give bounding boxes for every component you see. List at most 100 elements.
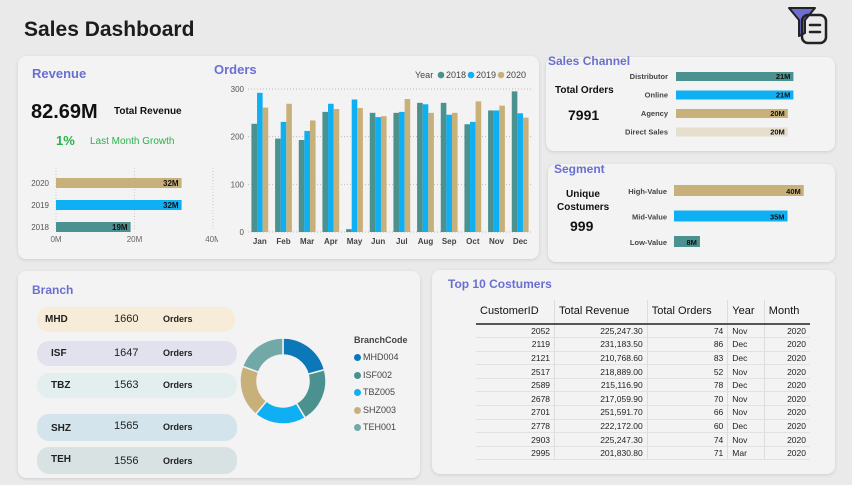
- table-cell: 225,247.30: [554, 324, 648, 339]
- table-cell: Nov: [727, 324, 765, 339]
- data-label: 21M: [776, 72, 791, 81]
- table-cell: 2995: [476, 446, 555, 461]
- customers-table: CustomerID Total Revenue Total Orders Year M…: [476, 300, 810, 461]
- legend-marker: [354, 371, 361, 379]
- x-tick-label: 0M: [50, 235, 61, 244]
- x-tick-label: Nov: [489, 237, 505, 246]
- table-cell: 225,247.30: [554, 432, 648, 447]
- bar: [422, 104, 429, 232]
- legend-label: TBZ005: [363, 387, 396, 397]
- bar: [286, 103, 292, 232]
- x-tick-label: Sep: [442, 237, 457, 246]
- table-row[interactable]: 2119 231,183.50 86 Dec 2020: [476, 337, 810, 352]
- x-tick-label: Mar: [300, 237, 314, 246]
- bar: [369, 112, 376, 232]
- table-cell: 71: [646, 446, 728, 461]
- legend-item: ISF002: [354, 367, 399, 385]
- top-customers-title: Top 10 Costumers: [448, 277, 552, 291]
- legend-label: 2018: [446, 70, 466, 80]
- x-tick-label: Feb: [276, 237, 290, 246]
- bar: [304, 130, 310, 232]
- bar: [357, 108, 363, 232]
- table-cell: 2119: [476, 337, 555, 352]
- unique-label-2: Costumers: [557, 202, 610, 213]
- x-tick-label: May: [347, 237, 363, 246]
- table-row[interactable]: 2778 222,172.00 60 Dec 2020: [476, 419, 810, 434]
- table-row[interactable]: 2701 251,591.70 66 Nov 2020: [476, 405, 810, 420]
- table-cell: 2020: [763, 324, 810, 339]
- filter-icon[interactable]: [785, 5, 829, 45]
- bar: [257, 92, 263, 233]
- data-label: 32M: [163, 179, 179, 188]
- data-label: 20M: [770, 128, 785, 137]
- table-cell: 218,889.00: [554, 364, 648, 379]
- category-label: Online: [645, 91, 668, 100]
- bar: [375, 117, 381, 232]
- legend-marker: [497, 71, 505, 79]
- data-label: 20M: [770, 109, 785, 118]
- data-label: 32M: [163, 201, 179, 210]
- branch-row[interactable]: TEH 1556 Orders: [37, 447, 237, 474]
- x-tick-label: Dec: [513, 237, 528, 246]
- legend-item: MHD004: [354, 349, 399, 367]
- table-cell: Dec: [727, 337, 765, 352]
- branch-row[interactable]: ISF 1647 Orders: [37, 341, 237, 366]
- table-cell: Nov: [727, 432, 765, 447]
- table-cell: 222,172.00: [554, 419, 648, 434]
- table-row[interactable]: 2995 201,830.80 71 Mar 2020: [476, 446, 810, 461]
- branch-orders: 1556: [114, 455, 139, 467]
- legend-item: SHZ003: [354, 402, 399, 420]
- column-header[interactable]: Month: [763, 300, 810, 325]
- branch-orders-label: Orders: [163, 456, 193, 466]
- table-cell: 74: [646, 432, 728, 447]
- table-cell: 251,591.70: [554, 405, 648, 420]
- column-header[interactable]: CustomerID: [476, 300, 555, 325]
- bar: [262, 107, 269, 232]
- legend-marker: [354, 389, 361, 397]
- bar: [351, 99, 358, 232]
- legend-marker: [354, 424, 361, 432]
- branch-orders: 1647: [114, 347, 139, 359]
- branch-legend-title: BranchCode: [354, 335, 408, 345]
- bar: [404, 99, 411, 232]
- column-header[interactable]: Total Orders: [646, 300, 728, 325]
- table-cell: 2903: [476, 432, 555, 447]
- table-cell: 2020: [763, 405, 810, 420]
- orders-chart: Year 2018 2019 2020 0 100 200 300 Jan Feb Mar Apr Ma…: [231, 70, 532, 246]
- bar: [470, 121, 476, 232]
- page-title: Sales Dashboard: [24, 18, 195, 41]
- table-row[interactable]: 2121 210,768.60 83 Dec 2020: [476, 351, 810, 366]
- bar: [674, 185, 804, 196]
- table-row[interactable]: 2052 225,247.30 74 Nov 2020: [476, 324, 810, 339]
- column-header[interactable]: Total Revenue: [554, 300, 648, 325]
- branch-orders: 1563: [114, 379, 139, 391]
- table-cell: 86: [646, 337, 728, 352]
- bar: [428, 112, 434, 232]
- legend-marker: [354, 406, 361, 414]
- growth-label: Last Month Growth: [90, 136, 175, 147]
- x-tick-label: Jul: [396, 237, 408, 246]
- table-row[interactable]: 2678 217,059.90 70 Nov 2020: [476, 391, 810, 407]
- table-cell: Mar: [727, 446, 765, 461]
- category-label: Mid-Value: [632, 213, 667, 222]
- branch-row[interactable]: TBZ 1563 Orders: [37, 373, 237, 398]
- branch-orders-label: Orders: [163, 314, 193, 324]
- data-label: 40M: [786, 187, 801, 196]
- table-row[interactable]: 2589 215,116.90 78 Dec 2020: [476, 378, 810, 393]
- bar: [280, 121, 287, 232]
- branch-row[interactable]: SHZ 1565 Orders: [37, 414, 237, 441]
- branch-orders-label: Orders: [163, 348, 193, 358]
- branch-orders-label: Orders: [163, 380, 193, 390]
- legend-label: 2020: [506, 70, 526, 80]
- branch-title: Branch: [32, 283, 74, 297]
- table-cell: 2020: [763, 337, 810, 352]
- column-header[interactable]: Year: [727, 300, 765, 325]
- table-row[interactable]: 2517 218,889.00 52 Nov 2020: [476, 364, 810, 379]
- branch-row[interactable]: MHD 1660 Orders: [37, 307, 235, 332]
- category-label: Direct Sales: [625, 128, 668, 137]
- bar: [522, 117, 529, 232]
- top-customers-card: Top 10 Costumers CustomerID Total Revenue…: [432, 270, 835, 474]
- table-cell: 2778: [476, 419, 555, 434]
- table-row[interactable]: 2903 225,247.30 74 Nov 2020: [476, 432, 810, 447]
- category-label: Distributor: [630, 72, 668, 81]
